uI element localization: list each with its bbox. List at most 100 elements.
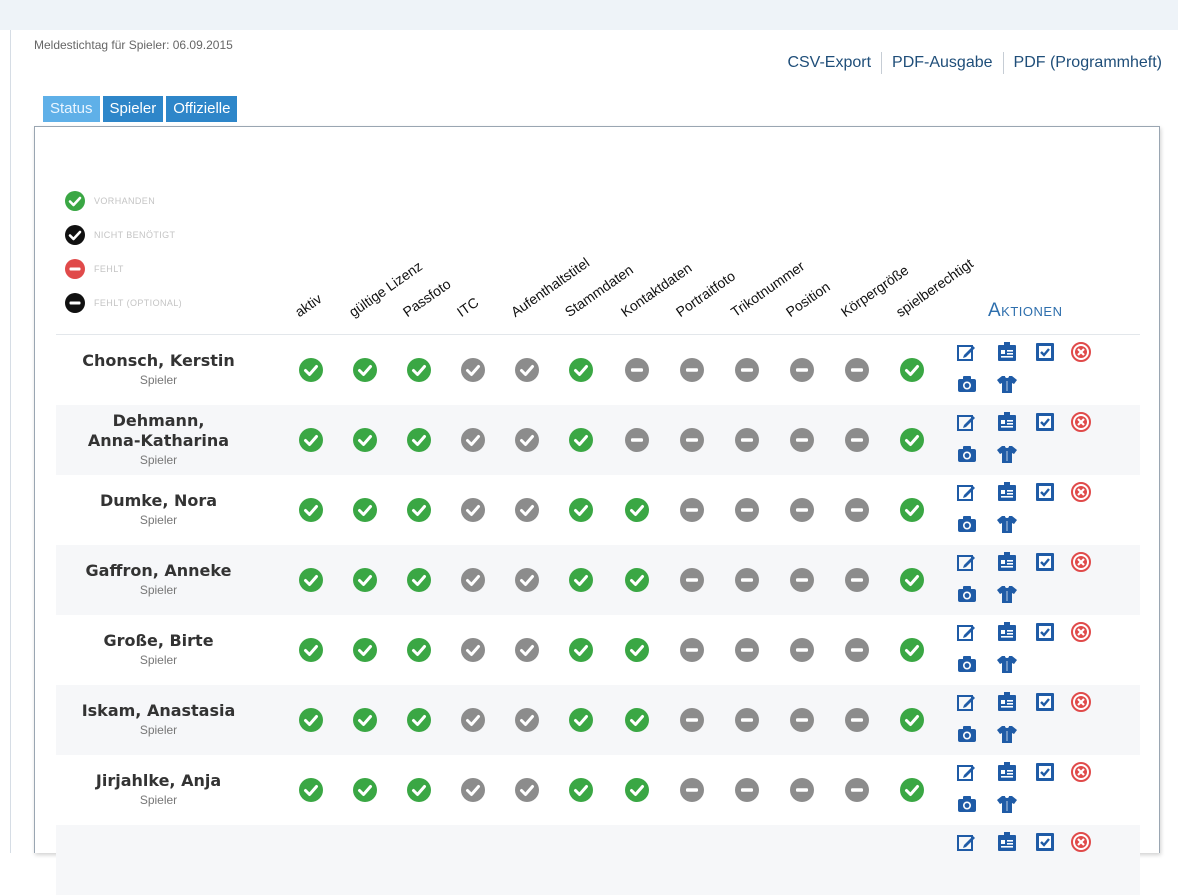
legend-item: Fehlt bbox=[64, 259, 182, 279]
left-rule bbox=[10, 30, 11, 853]
status-not-needed-icon bbox=[514, 567, 540, 593]
csv-export-link[interactable]: CSV-Export bbox=[777, 54, 881, 72]
status-not-needed-icon bbox=[460, 357, 486, 383]
status-not-needed-icon bbox=[460, 567, 486, 593]
status-ok-icon bbox=[352, 427, 378, 453]
edit-icon[interactable] bbox=[956, 691, 978, 713]
status-ok-icon bbox=[298, 357, 324, 383]
id-card-icon[interactable] bbox=[996, 341, 1018, 363]
status-missing-optional-icon bbox=[734, 637, 760, 663]
id-card-icon[interactable] bbox=[996, 831, 1018, 853]
table-row: Dumke, Nora Spieler bbox=[56, 475, 1140, 545]
status-missing-optional-icon bbox=[624, 357, 650, 383]
pdf-export-link[interactable]: PDF-Ausgabe bbox=[882, 54, 1003, 72]
status-ok-icon bbox=[624, 637, 650, 663]
remove-icon[interactable] bbox=[1070, 621, 1092, 643]
camera-icon[interactable] bbox=[956, 793, 978, 815]
player-name[interactable]: Gaffron, Anneke bbox=[86, 561, 232, 581]
player-name[interactable]: Jirjahlke, Anja bbox=[96, 771, 221, 791]
status-missing-optional-icon bbox=[844, 707, 870, 733]
edit-icon[interactable] bbox=[956, 411, 978, 433]
remove-icon[interactable] bbox=[1070, 831, 1092, 853]
tab-offizielle[interactable]: Offizielle bbox=[166, 96, 238, 122]
edit-icon[interactable] bbox=[956, 761, 978, 783]
player-role: Spieler bbox=[139, 513, 178, 527]
status-ok-icon bbox=[624, 777, 650, 803]
status-ok-icon bbox=[298, 427, 324, 453]
checkbox-icon[interactable] bbox=[1034, 411, 1056, 433]
status-missing-optional-icon bbox=[624, 427, 650, 453]
status-missing-optional-icon bbox=[734, 497, 760, 523]
actions-header: Aktionen bbox=[988, 300, 1063, 321]
player-name[interactable]: Iskam, Anastasia bbox=[82, 701, 236, 721]
jersey-icon[interactable] bbox=[996, 373, 1018, 395]
jersey-icon[interactable] bbox=[996, 443, 1018, 465]
status-not-needed-icon bbox=[514, 497, 540, 523]
remove-icon[interactable] bbox=[1070, 761, 1092, 783]
edit-icon[interactable] bbox=[956, 621, 978, 643]
camera-icon[interactable] bbox=[956, 583, 978, 605]
player-cell: Jirjahlke, Anja Spieler bbox=[56, 755, 261, 825]
player-name[interactable]: Chonsch, Kerstin bbox=[82, 351, 234, 371]
status-missing-optional-icon bbox=[789, 497, 815, 523]
status-ok-icon bbox=[899, 427, 925, 453]
jersey-icon[interactable] bbox=[996, 583, 1018, 605]
camera-icon[interactable] bbox=[956, 653, 978, 675]
tab-status[interactable]: Status bbox=[43, 96, 100, 122]
checkbox-icon[interactable] bbox=[1034, 691, 1056, 713]
status-missing-optional-icon bbox=[679, 637, 705, 663]
edit-icon[interactable] bbox=[956, 831, 978, 853]
player-cell: Dumke, Nora Spieler bbox=[56, 475, 261, 545]
id-card-icon[interactable] bbox=[996, 551, 1018, 573]
jersey-icon[interactable] bbox=[996, 723, 1018, 745]
status-ok-icon bbox=[406, 777, 432, 803]
camera-icon[interactable] bbox=[956, 513, 978, 535]
status-ok-icon bbox=[568, 777, 594, 803]
status-ok-icon bbox=[568, 357, 594, 383]
camera-icon[interactable] bbox=[956, 723, 978, 745]
checkbox-icon[interactable] bbox=[1034, 761, 1056, 783]
remove-icon[interactable] bbox=[1070, 691, 1092, 713]
legend-label: Fehlt (optional) bbox=[94, 298, 183, 308]
remove-icon[interactable] bbox=[1070, 411, 1092, 433]
status-missing-optional-icon bbox=[679, 777, 705, 803]
checkbox-icon[interactable] bbox=[1034, 621, 1056, 643]
status-missing-optional-icon bbox=[844, 567, 870, 593]
camera-icon[interactable] bbox=[956, 373, 978, 395]
player-cell: Große, Birte Spieler bbox=[56, 615, 261, 685]
edit-icon[interactable] bbox=[956, 481, 978, 503]
player-role: Spieler bbox=[139, 373, 178, 387]
edit-icon[interactable] bbox=[956, 341, 978, 363]
status-not-needed-icon bbox=[460, 637, 486, 663]
status-ok-icon bbox=[568, 707, 594, 733]
pdf-programmheft-link[interactable]: PDF (Programmheft) bbox=[1004, 54, 1162, 72]
remove-icon[interactable] bbox=[1070, 481, 1092, 503]
legend-item: Vorhanden bbox=[64, 191, 182, 211]
player-cell: Iskam, Anastasia Spieler bbox=[56, 685, 261, 755]
id-card-icon[interactable] bbox=[996, 481, 1018, 503]
remove-icon[interactable] bbox=[1070, 341, 1092, 363]
player-name[interactable]: Dehmann, Anna-Katharina bbox=[88, 411, 229, 451]
player-role: Spieler bbox=[139, 793, 178, 807]
checkbox-icon[interactable] bbox=[1034, 831, 1056, 853]
checkbox-icon[interactable] bbox=[1034, 481, 1056, 503]
id-card-icon[interactable] bbox=[996, 761, 1018, 783]
status-ok-icon bbox=[406, 497, 432, 523]
id-card-icon[interactable] bbox=[996, 411, 1018, 433]
status-ok-icon bbox=[568, 427, 594, 453]
status-not-needed-icon bbox=[514, 637, 540, 663]
player-name[interactable]: Dumke, Nora bbox=[100, 491, 217, 511]
edit-icon[interactable] bbox=[956, 551, 978, 573]
jersey-icon[interactable] bbox=[996, 513, 1018, 535]
tab-spieler[interactable]: Spieler bbox=[102, 96, 164, 122]
jersey-icon[interactable] bbox=[996, 653, 1018, 675]
remove-icon[interactable] bbox=[1070, 551, 1092, 573]
player-name[interactable]: Große, Birte bbox=[103, 631, 213, 651]
id-card-icon[interactable] bbox=[996, 621, 1018, 643]
player-role: Spieler bbox=[139, 723, 178, 737]
jersey-icon[interactable] bbox=[996, 793, 1018, 815]
camera-icon[interactable] bbox=[956, 443, 978, 465]
checkbox-icon[interactable] bbox=[1034, 551, 1056, 573]
id-card-icon[interactable] bbox=[996, 691, 1018, 713]
checkbox-icon[interactable] bbox=[1034, 341, 1056, 363]
